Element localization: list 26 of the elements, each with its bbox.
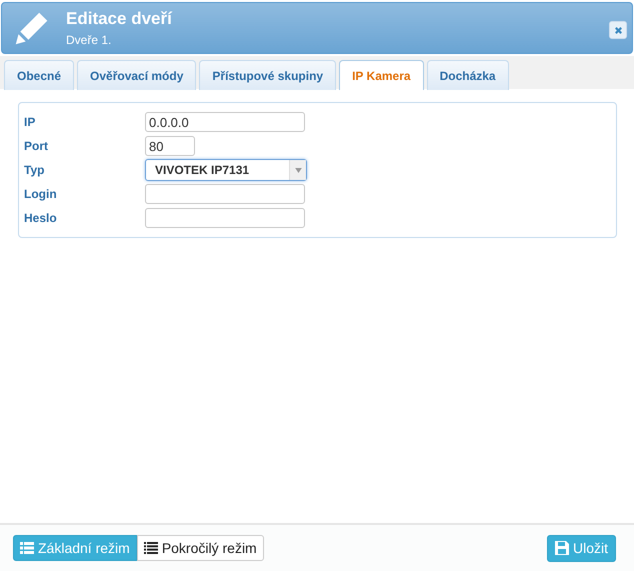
- field-label: Heslo: [24, 211, 58, 225]
- input-field[interactable]: 80: [145, 136, 195, 156]
- save-button[interactable]: Uložit: [546, 534, 616, 562]
- tab[interactable]: Obecné: [4, 60, 74, 90]
- pencil-icon: [14, 10, 50, 46]
- dialog-subtitle: Dveře 1.: [66, 33, 112, 47]
- input-field[interactable]: [145, 184, 305, 204]
- mode-button[interactable]: Pokročilý režim: [136, 535, 264, 561]
- field-label: Typ: [24, 163, 46, 177]
- tab[interactable]: Ověřovací módy: [77, 60, 196, 90]
- input-field[interactable]: 0.0.0.0: [145, 112, 305, 132]
- tab[interactable]: IP Kamera: [339, 60, 424, 90]
- close-button[interactable]: [609, 21, 627, 39]
- dialog-title: Editace dveří: [66, 9, 174, 29]
- field-label: Login: [24, 187, 58, 201]
- input-field[interactable]: [145, 208, 305, 228]
- mode-button[interactable]: Základní režim: [13, 535, 137, 561]
- tab[interactable]: Docházka: [426, 60, 509, 90]
- list-icon: [144, 542, 158, 554]
- field-label: IP: [24, 115, 36, 129]
- type-dropdown[interactable]: VIVOTEK IP7131: [145, 159, 307, 181]
- close-icon: [614, 26, 622, 34]
- field-label: Port: [24, 139, 49, 153]
- caret-icon: [294, 168, 302, 172]
- tab[interactable]: Přístupové skupiny: [199, 60, 336, 90]
- list-icon: [20, 542, 34, 554]
